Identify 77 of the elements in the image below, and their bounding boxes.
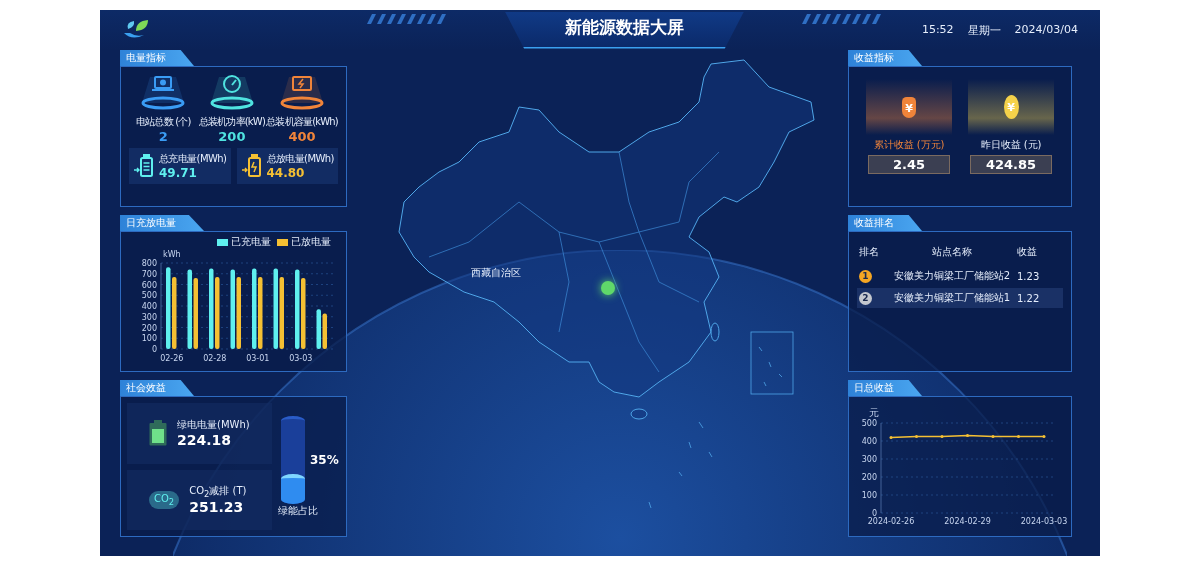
benefit-label: CO$_{2}$减排 (T) — [189, 484, 247, 500]
axis-unit: 元 — [869, 407, 879, 418]
table-cell-text: 1.22 — [1017, 292, 1041, 304]
rank-medal: 1 — [859, 269, 872, 283]
revenue-label: 昨日收益 (元) — [980, 138, 1042, 152]
panel-title: 社会效益 — [120, 380, 194, 396]
stat-label: 总装机功率(kW) — [198, 115, 265, 129]
column-header: 站点名称 — [931, 245, 973, 259]
revenue-label: 累计收益 (万元) — [873, 138, 945, 152]
axis-tick: 0 — [151, 345, 157, 354]
axis-tick: 800 — [141, 259, 157, 268]
rank-medal: 2 — [859, 291, 872, 305]
stat-value: 400 — [288, 129, 316, 144]
battery-icon — [149, 420, 167, 447]
axis-tick: 03-03 — [289, 354, 313, 363]
stat-value: 200 — [218, 129, 246, 144]
coin-icon: ¥ — [1003, 95, 1019, 119]
revenue-value: 424.85 — [970, 155, 1052, 174]
benefit-label: 绿电电量(MWh) — [177, 418, 250, 433]
chart-point — [1042, 435, 1046, 438]
benefit-value: 224.18 — [177, 432, 233, 449]
legend-label: 已放电量 — [291, 235, 331, 249]
dashboard-title: 新能源数据大屏 — [504, 11, 744, 49]
total-label: 总充电量(MWh) — [159, 152, 227, 166]
axis-tick: 500 — [141, 291, 157, 301]
chart-point — [889, 435, 893, 439]
total-label: 总放电量(MWh) — [266, 152, 334, 166]
axis-tick: 100 — [861, 491, 877, 500]
clock-time: 15:52 — [921, 22, 954, 38]
column-header: 收益 — [1017, 245, 1038, 259]
chart-point — [1017, 435, 1020, 438]
table-cell-text: 安徽美力铜梁工厂储能站2 — [892, 269, 1012, 283]
axis-tick: 02-26 — [160, 354, 184, 363]
axis-tick: 700 — [141, 269, 157, 279]
axis-tick: 2024-02-29 — [944, 517, 991, 526]
panel-title: 日充放电量 — [120, 215, 204, 231]
chart-point — [915, 435, 918, 438]
column-header: 排名 — [859, 245, 880, 259]
table-cell-text: 安徽美力铜梁工厂储能站1 — [892, 291, 1012, 305]
axis-tick: 0 — [871, 509, 877, 518]
region-label: 西藏自治区 — [471, 266, 521, 280]
legend-label: 已充电量 — [231, 235, 271, 249]
share-percent: 35% — [310, 452, 339, 467]
stat-label: 电站总数 (个) — [136, 115, 191, 129]
stat-label: 总装机容量(kWh) — [266, 115, 338, 129]
total-value: 49.71 — [159, 166, 198, 180]
co2-cloud-icon: CO$_{2}$ — [149, 490, 180, 509]
money-bag-icon: ¥ — [902, 96, 916, 118]
table-cell-text: 1.23 — [1017, 270, 1041, 282]
panel-title: 电量指标 — [120, 50, 194, 66]
axis-tick: 100 — [141, 334, 157, 344]
total-value: 44.80 — [266, 166, 306, 180]
chart-point — [991, 435, 995, 438]
axis-tick: 400 — [141, 302, 157, 311]
panel-title: 日总收益 — [848, 380, 922, 396]
axis-tick: 600 — [141, 280, 157, 290]
axis-tick: 400 — [861, 437, 877, 446]
axis-tick: 2024-02-26 — [867, 517, 915, 526]
axis-tick: 03-01 — [246, 354, 270, 363]
panel-title: 收益排名 — [848, 215, 922, 231]
weekday: 星期一 — [967, 22, 1001, 38]
share-label: 绿能占比 — [278, 503, 318, 518]
date: 2024/03/04 — [1014, 22, 1078, 38]
benefit-value: 251.23 — [189, 499, 245, 516]
chart-point — [940, 435, 944, 438]
axis-tick: 200 — [141, 323, 157, 333]
axis-tick: 200 — [861, 473, 877, 482]
panel-title: 收益指标 — [848, 50, 922, 66]
axis-tick: 2024-03-03 — [1020, 517, 1068, 526]
axis-tick: 02-28 — [203, 354, 227, 363]
axis-unit: kWh — [163, 250, 181, 259]
axis-tick: 500 — [861, 419, 877, 428]
revenue-value: 2.45 — [868, 155, 950, 174]
axis-tick: 300 — [861, 455, 877, 464]
chart-point — [966, 434, 969, 438]
axis-tick: 300 — [141, 312, 157, 322]
stat-value: 2 — [158, 129, 168, 144]
